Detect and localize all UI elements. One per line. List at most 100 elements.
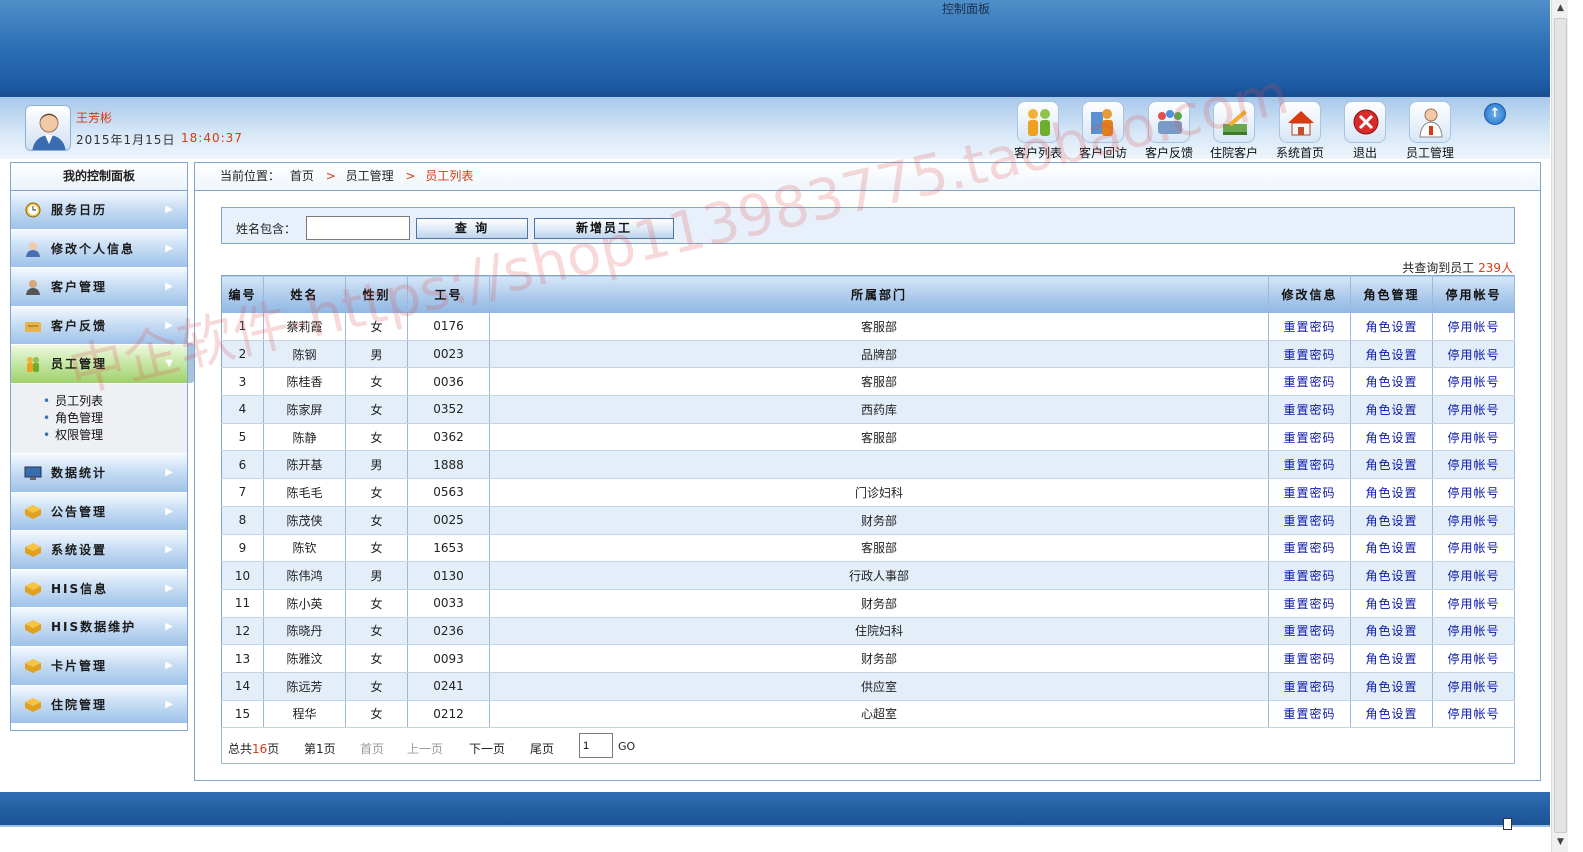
table-row: 8 陈茂侠女 0025 财务部 重置密码 角色设置 停用帐号: [221, 506, 1515, 535]
disable-account-link[interactable]: 停用帐号: [1447, 680, 1499, 694]
reset-password-link[interactable]: 重置密码: [1283, 403, 1335, 417]
submenu-item-permission-management[interactable]: 权限管理: [43, 427, 187, 444]
pager-go-button[interactable]: GO: [618, 740, 635, 753]
sidebar-item-his-maintenance[interactable]: HIS数据维护 ▶: [11, 608, 187, 647]
disable-account-link[interactable]: 停用帐号: [1447, 375, 1499, 389]
pager-next-button[interactable]: 下一页: [469, 740, 505, 757]
add-staff-button[interactable]: 新增员工: [534, 218, 674, 239]
role-settings-link[interactable]: 角色设置: [1365, 597, 1417, 611]
cell-employee-no: 0362: [407, 423, 490, 452]
toolbar-exit-button[interactable]: 退出: [1335, 101, 1395, 160]
cell-employee-no: 0093: [407, 644, 490, 673]
reset-password-link[interactable]: 重置密码: [1283, 707, 1335, 721]
page-number-input[interactable]: [579, 733, 613, 758]
reset-password-link[interactable]: 重置密码: [1283, 624, 1335, 638]
sidebar-item-edit-profile[interactable]: 修改个人信息 ▶: [11, 229, 187, 269]
column-header-employee-no: 工号: [407, 275, 490, 313]
disable-account-link[interactable]: 停用帐号: [1447, 514, 1499, 528]
main-panel: 当前位置： 首页 > 员工管理 > 员工列表 姓名包含： 查 询 新增员工 共查…: [194, 162, 1541, 781]
disable-account-link[interactable]: 停用帐号: [1447, 348, 1499, 362]
toolbar-staff-button[interactable]: 员工管理: [1400, 101, 1460, 160]
role-settings-link[interactable]: 角色设置: [1365, 569, 1417, 583]
scroll-up-icon[interactable]: ▲: [1552, 0, 1569, 17]
reset-password-link[interactable]: 重置密码: [1283, 486, 1335, 500]
action-cell: 停用帐号: [1432, 312, 1515, 341]
reset-password-link[interactable]: 重置密码: [1283, 320, 1335, 334]
disable-account-link[interactable]: 停用帐号: [1447, 458, 1499, 472]
query-button[interactable]: 查 询: [416, 218, 528, 239]
role-settings-link[interactable]: 角色设置: [1365, 348, 1417, 362]
scroll-top-button[interactable]: ↑: [1484, 103, 1506, 125]
vertical-scrollbar[interactable]: ▲ ▼: [1551, 0, 1568, 852]
cell-gender: 女: [345, 617, 408, 646]
pager-prev-button[interactable]: 上一页: [407, 740, 443, 757]
disable-account-link[interactable]: 停用帐号: [1447, 569, 1499, 583]
sidebar-item-his-info[interactable]: HIS信息 ▶: [11, 569, 187, 609]
scroll-down-icon[interactable]: ▼: [1552, 834, 1569, 851]
table-row: 3 陈桂香女 0036 客服部 重置密码 角色设置 停用帐号: [221, 367, 1515, 397]
role-settings-link[interactable]: 角色设置: [1365, 652, 1417, 666]
disable-account-link[interactable]: 停用帐号: [1447, 486, 1499, 500]
toolbar-customer-list-button[interactable]: 客户列表: [1008, 101, 1068, 160]
sidebar-item-announcements[interactable]: 公告管理 ▶: [11, 492, 187, 532]
sidebar-item-service-calendar[interactable]: 服务日历 ▶: [11, 191, 187, 230]
toolbar-inpatient-button[interactable]: 住院客户: [1204, 101, 1264, 160]
role-settings-link[interactable]: 角色设置: [1365, 320, 1417, 334]
action-cell: 停用帐号: [1432, 700, 1515, 729]
sidebar-item-inpatient-management[interactable]: 住院管理 ▶: [11, 685, 187, 725]
role-settings-link[interactable]: 角色设置: [1365, 624, 1417, 638]
footer-divider: [0, 825, 1550, 827]
disable-account-link[interactable]: 停用帐号: [1447, 624, 1499, 638]
reset-password-link[interactable]: 重置密码: [1283, 652, 1335, 666]
pager-last-button[interactable]: 尾页: [530, 740, 554, 757]
role-settings-link[interactable]: 角色设置: [1365, 514, 1417, 528]
reset-password-link[interactable]: 重置密码: [1283, 514, 1335, 528]
role-settings-link[interactable]: 角色设置: [1365, 707, 1417, 721]
role-settings-link[interactable]: 角色设置: [1365, 458, 1417, 472]
sidebar-item-customer-feedback[interactable]: 客户反馈 ▶: [11, 306, 187, 346]
sidebar-item-statistics[interactable]: 数据统计 ▶: [11, 453, 187, 493]
sidebar-item-label: 系统设置: [51, 543, 108, 558]
column-header-role: 角色管理: [1350, 275, 1433, 313]
reset-password-link[interactable]: 重置密码: [1283, 569, 1335, 583]
action-cell: 重置密码: [1268, 423, 1351, 452]
role-settings-link[interactable]: 角色设置: [1365, 680, 1417, 694]
toolbar-home-button[interactable]: 系统首页: [1270, 101, 1330, 160]
role-settings-link[interactable]: 角色设置: [1365, 403, 1417, 417]
sidebar-item-customers[interactable]: 客户管理 ▶: [11, 268, 187, 307]
disable-account-link[interactable]: 停用帐号: [1447, 541, 1499, 555]
toolbar-customer-feedback-button[interactable]: 客户反馈: [1139, 101, 1199, 160]
toolbar-customer-visit-button[interactable]: 客户回访: [1073, 101, 1133, 160]
submenu-item-staff-list[interactable]: 员工列表: [43, 393, 187, 410]
name-search-input[interactable]: [306, 216, 410, 240]
cell-employee-no: 0130: [407, 561, 490, 590]
role-settings-link[interactable]: 角色设置: [1365, 541, 1417, 555]
reset-password-link[interactable]: 重置密码: [1283, 348, 1335, 362]
sidebar-item-system-settings[interactable]: 系统设置 ▶: [11, 531, 187, 570]
action-cell: 停用帐号: [1432, 478, 1515, 507]
sidebar-item-staff-management[interactable]: 员工管理 ▼: [11, 345, 187, 384]
reset-password-link[interactable]: 重置密码: [1283, 458, 1335, 472]
pager-first-button[interactable]: 首页: [360, 740, 384, 757]
breadcrumb-section[interactable]: 员工管理: [346, 169, 394, 183]
reset-password-link[interactable]: 重置密码: [1283, 597, 1335, 611]
role-settings-link[interactable]: 角色设置: [1365, 486, 1417, 500]
role-settings-link[interactable]: 角色设置: [1365, 375, 1417, 389]
reset-password-link[interactable]: 重置密码: [1283, 680, 1335, 694]
disable-account-link[interactable]: 停用帐号: [1447, 431, 1499, 445]
scrollbar-thumb[interactable]: [1554, 18, 1567, 833]
sidebar-item-card-management[interactable]: 卡片管理 ▶: [11, 646, 187, 686]
disable-account-link[interactable]: 停用帐号: [1447, 652, 1499, 666]
role-settings-link[interactable]: 角色设置: [1365, 431, 1417, 445]
reset-password-link[interactable]: 重置密码: [1283, 375, 1335, 389]
breadcrumb-home[interactable]: 首页: [290, 169, 314, 183]
reset-password-link[interactable]: 重置密码: [1283, 431, 1335, 445]
action-cell: 角色设置: [1350, 589, 1433, 618]
disable-account-link[interactable]: 停用帐号: [1447, 707, 1499, 721]
submenu-item-role-management[interactable]: 角色管理: [43, 410, 187, 427]
disable-account-link[interactable]: 停用帐号: [1447, 597, 1499, 611]
disable-account-link[interactable]: 停用帐号: [1447, 320, 1499, 334]
disable-account-link[interactable]: 停用帐号: [1447, 403, 1499, 417]
reset-password-link[interactable]: 重置密码: [1283, 541, 1335, 555]
toolbar-label: 系统首页: [1275, 146, 1324, 160]
